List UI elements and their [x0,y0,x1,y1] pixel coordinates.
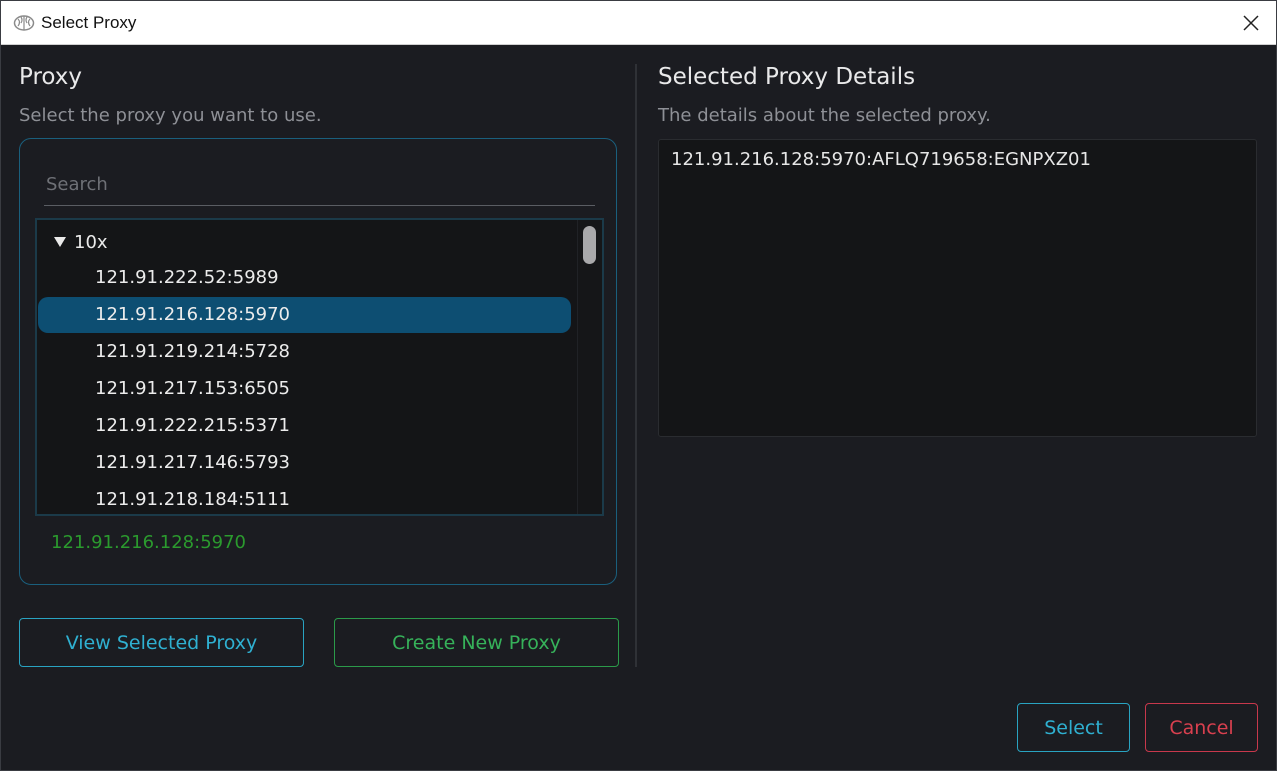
tree-group-10x[interactable]: 10x [54,228,108,256]
close-icon[interactable] [1240,12,1262,34]
window-title: Select Proxy [41,13,137,32]
tree-item[interactable]: 121.91.219.214:5728 [38,334,571,370]
selected-proxy-label: 121.91.216.128:5970 [51,532,247,553]
tree-group-label: 10x [74,231,108,253]
tree-scrollbar-thumb[interactable] [583,226,596,264]
tree-item[interactable]: 121.91.217.146:5793 [38,445,571,481]
proxy-tree[interactable]: 10x 121.91.222.52:5989 121.91.216.128:59… [35,218,604,516]
proxy-heading: Proxy [19,64,83,90]
tree-item[interactable]: 121.91.222.52:5989 [38,260,571,296]
tree-item[interactable]: 121.91.217.153:6505 [38,371,571,407]
create-new-proxy-button[interactable]: Create New Proxy [334,618,619,667]
tree-item[interactable]: 121.91.222.215:5371 [38,408,571,444]
proxy-subheading: Select the proxy you want to use. [19,105,322,126]
triangle-down-icon[interactable] [54,237,66,247]
brain-icon [13,15,35,31]
cancel-button[interactable]: Cancel [1145,703,1258,752]
tree-item-selected[interactable]: 121.91.216.128:5970 [38,297,571,333]
tree-scrollbar[interactable] [577,220,602,514]
select-button[interactable]: Select [1017,703,1130,752]
details-subheading: The details about the selected proxy. [658,105,991,126]
proxy-details-text[interactable]: 121.91.216.128:5970:AFLQ719658:EGNPXZ01 [658,139,1257,437]
details-heading: Selected Proxy Details [658,64,916,90]
panel-divider [635,64,637,667]
view-selected-proxy-button[interactable]: View Selected Proxy [19,618,304,667]
tree-item[interactable]: 121.91.218.184:5111 [38,482,571,514]
title-bar: Select Proxy [1,1,1276,45]
search-input[interactable] [44,164,595,206]
